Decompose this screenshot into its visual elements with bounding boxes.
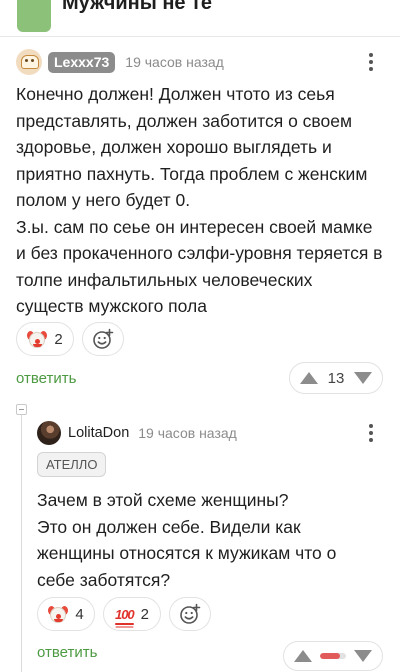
user-tag-badge: АТЕЛЛО bbox=[37, 452, 107, 477]
reaction-hundred[interactable]: 100 2 bbox=[103, 597, 161, 631]
reaction-count: 2 bbox=[140, 605, 150, 623]
collapse-thread-icon[interactable] bbox=[16, 404, 27, 415]
vote-widget: 13 bbox=[289, 362, 383, 394]
timestamp: 19 часов назад bbox=[138, 425, 237, 441]
previous-comment-remnant: Мужчины не те bbox=[0, 0, 400, 36]
avatar[interactable] bbox=[37, 421, 61, 445]
reaction-clown[interactable]: 2 bbox=[16, 322, 74, 356]
reply-button[interactable]: ответить bbox=[37, 644, 97, 661]
username[interactable]: LolitaDon bbox=[68, 425, 129, 441]
downvote-icon[interactable] bbox=[354, 372, 372, 384]
add-emoji-icon bbox=[179, 603, 201, 625]
reply-button[interactable]: ответить bbox=[16, 370, 76, 387]
reply-header: LolitaDon 19 часов назад bbox=[37, 421, 237, 445]
reaction-clown[interactable]: 4 bbox=[37, 597, 95, 631]
divider bbox=[0, 36, 400, 37]
more-menu-icon[interactable] bbox=[364, 51, 378, 73]
reply-text: Зачем в этой схеме женщины? Это он долже… bbox=[37, 490, 337, 590]
more-menu-icon[interactable] bbox=[364, 422, 378, 444]
username[interactable]: Lexxx73 bbox=[48, 51, 116, 73]
avatar[interactable] bbox=[16, 49, 42, 75]
comment-header: Lexxx73 19 часов назад bbox=[16, 49, 224, 75]
add-emoji-icon bbox=[92, 328, 114, 350]
clown-face-icon bbox=[27, 329, 48, 349]
rating-bar bbox=[320, 653, 346, 659]
add-reaction-button[interactable] bbox=[82, 322, 124, 356]
upvote-icon[interactable] bbox=[294, 650, 312, 662]
vote-widget bbox=[283, 641, 383, 671]
reaction-count: 2 bbox=[54, 330, 63, 348]
add-reaction-button[interactable] bbox=[169, 597, 211, 631]
hundred-points-icon: 100 bbox=[114, 606, 135, 625]
post-thumbnail[interactable] bbox=[17, 0, 51, 32]
previous-comment-title: Мужчины не те bbox=[62, 0, 213, 14]
comment-text: Конечно должен! Должен чтото из сеья пре… bbox=[16, 84, 383, 316]
rating-bar-fill bbox=[320, 653, 340, 659]
timestamp: 19 часов назад bbox=[125, 54, 224, 70]
clown-face-icon bbox=[48, 604, 69, 624]
thread-line bbox=[21, 408, 22, 672]
reaction-count: 4 bbox=[75, 605, 84, 623]
downvote-icon[interactable] bbox=[354, 650, 372, 662]
upvote-icon[interactable] bbox=[300, 372, 318, 384]
vote-count: 13 bbox=[327, 369, 345, 387]
